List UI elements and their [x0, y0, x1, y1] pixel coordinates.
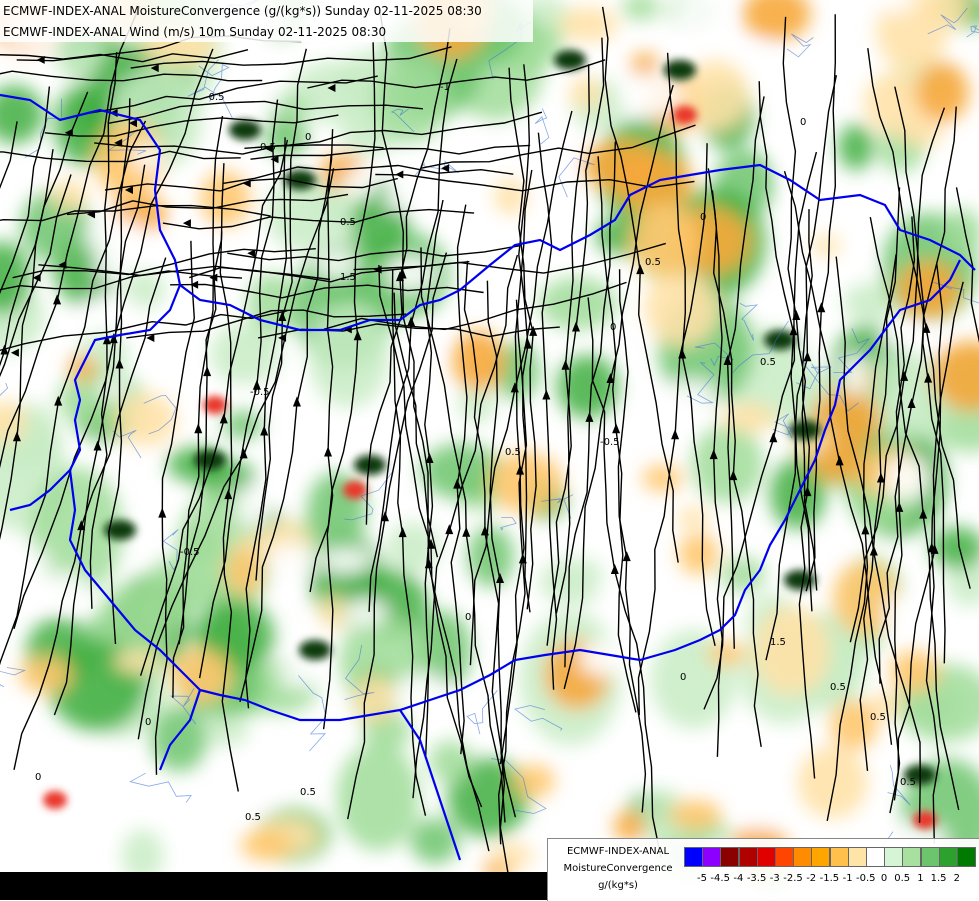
- contour-label: -1: [440, 82, 450, 93]
- divergence-blob: [798, 746, 868, 819]
- contour-label: 0.5: [300, 787, 316, 798]
- contour-label: 0.5: [340, 217, 356, 228]
- weather-map: 0.5 -0.5 0 -1 1.5 0.5 0 -0.5 0.5 0 0.5 -0.5 0.5 0 0 0.5…: [0, 0, 979, 900]
- neutral-blob: [751, 41, 776, 67]
- legend-variable: MoistureConvergence: [548, 863, 688, 875]
- contour-label: 0.5: [260, 142, 276, 153]
- neutral-blob: [848, 260, 875, 282]
- divergence-blob: [558, 7, 618, 43]
- neutral-blob: [345, 598, 386, 628]
- divergence-blob: [812, 235, 841, 256]
- contour-label: -0.5: [205, 92, 225, 103]
- legend-swatch: [884, 847, 903, 867]
- header-line-wind: ECMWF-INDEX-ANAL Wind (m/s) 10m Sunday 0…: [3, 25, 386, 39]
- convergence-blob: [144, 558, 200, 627]
- neutral-blob: [384, 185, 421, 210]
- convergence-blob: [720, 557, 765, 592]
- contour-label: 0.5: [900, 777, 916, 788]
- neutral-blob: [236, 483, 273, 529]
- convergence-blob: [692, 425, 764, 503]
- legend-model: ECMWF-INDEX-ANAL: [548, 846, 688, 858]
- red-core: [673, 106, 697, 124]
- legend-tick-label: 2: [942, 873, 972, 884]
- contour-label: 0.5: [505, 447, 521, 458]
- neutral-blob: [267, 543, 315, 581]
- neutral-blob: [278, 663, 326, 687]
- contour-label: 0.5: [245, 812, 261, 823]
- color-legend: ECMWF-INDEX-ANAL MoistureConvergence g/(…: [547, 838, 979, 901]
- convergence-blob: [410, 818, 459, 864]
- contour-label: 0: [305, 132, 311, 143]
- contour-label: -0.5: [180, 547, 200, 558]
- convergence-blob: [151, 706, 207, 771]
- legend-swatch: [739, 847, 758, 867]
- contour-label: 0.5: [645, 257, 661, 268]
- contour-label: 0: [465, 612, 471, 623]
- legend-swatch: [866, 847, 885, 867]
- contour-label: 0.5: [870, 712, 886, 723]
- legend-swatch: [757, 847, 776, 867]
- convergence-blob: [247, 273, 299, 334]
- bottom-black-band: [0, 872, 547, 900]
- divergence-blob: [642, 465, 682, 492]
- contour-label: 0.5: [760, 357, 776, 368]
- legend-swatch: [939, 847, 958, 867]
- divergence-blob: [241, 829, 292, 861]
- red-core: [343, 481, 367, 499]
- legend-swatch: [902, 847, 921, 867]
- contour-label: 0.5: [830, 682, 846, 693]
- contour-label: 1.5: [770, 637, 786, 648]
- convergence-blob: [838, 124, 874, 170]
- contour-label: 0: [35, 772, 41, 783]
- contour-label: 0: [800, 117, 806, 128]
- neutral-blob: [83, 295, 136, 317]
- divergence-blob: [707, 642, 746, 666]
- divergence-blob: [514, 764, 555, 797]
- red-core: [43, 791, 67, 809]
- contour-label: -0.5: [600, 437, 620, 448]
- divergence-blob: [200, 171, 250, 227]
- header-line-moisture: ECMWF-INDEX-ANAL MoistureConvergence (g/…: [3, 4, 482, 18]
- divergence-blob: [754, 606, 830, 695]
- map-header: ECMWF-INDEX-ANAL MoistureConvergence (g/…: [0, 0, 533, 42]
- legend-swatch: [684, 847, 703, 867]
- divergence-blob: [491, 843, 534, 868]
- legend-units: g/(kg*s): [548, 880, 688, 892]
- divergence-blob: [645, 270, 719, 345]
- contour-label: 0: [145, 717, 151, 728]
- legend-swatch: [848, 847, 867, 867]
- neutral-blob: [228, 75, 280, 118]
- dark-core: [229, 120, 261, 140]
- neutral-blob: [319, 548, 373, 573]
- legend-swatch: [830, 847, 849, 867]
- legend-swatch: [957, 847, 976, 867]
- divergence-blob: [678, 533, 718, 575]
- neutral-blob: [879, 328, 940, 348]
- divergence-blob: [68, 355, 97, 381]
- legend-swatch: [720, 847, 739, 867]
- convergence-blob: [538, 277, 617, 330]
- legend-swatch: [811, 847, 830, 867]
- convergence-blob: [337, 744, 420, 851]
- divergence-blob: [830, 700, 878, 750]
- convergence-blob: [309, 303, 390, 408]
- legend-swatch: [793, 847, 812, 867]
- divergence-blob: [900, 119, 943, 147]
- divergence-blob: [570, 76, 601, 110]
- legend-swatch: [775, 847, 794, 867]
- contour-label: 0: [610, 322, 616, 333]
- contour-label: 0: [680, 672, 686, 683]
- convergence-blob: [222, 411, 263, 439]
- dark-core: [299, 640, 331, 660]
- contour-label: -0.5: [250, 387, 270, 398]
- convergence-blob: [468, 526, 514, 587]
- contour-label: 1.5: [340, 272, 356, 283]
- divergence-blob: [890, 650, 939, 693]
- divergence-blob: [677, 507, 709, 529]
- neutral-blob: [747, 788, 774, 830]
- legend-swatch: [921, 847, 940, 867]
- divergence-blob: [669, 800, 722, 830]
- legend-swatch: [702, 847, 721, 867]
- contour-label: 0: [700, 212, 706, 223]
